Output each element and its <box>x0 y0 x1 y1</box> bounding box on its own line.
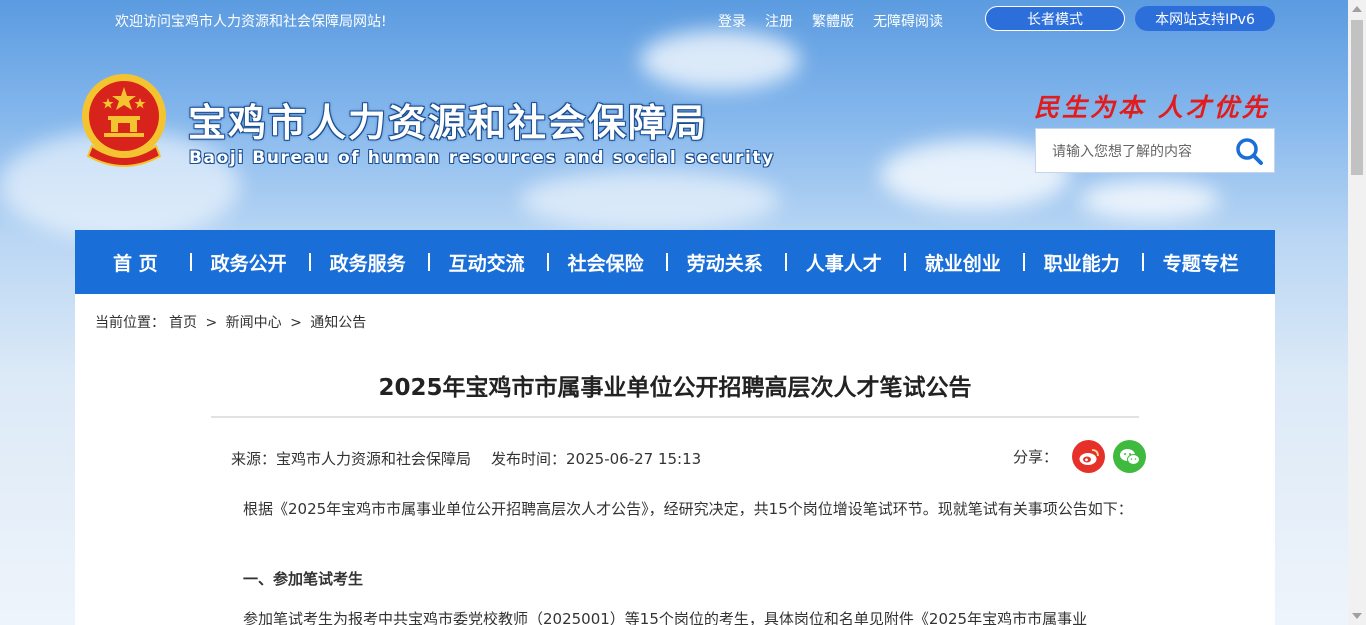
nav-item-personnel-talent[interactable]: 人事人才 <box>806 249 882 276</box>
nav-item-employment[interactable]: 就业创业 <box>925 249 1001 276</box>
breadcrumb-home[interactable]: 首页 <box>169 315 197 331</box>
article-source: 来源：宝鸡市人力资源和社会保障局 <box>231 450 472 468</box>
search-box <box>1035 128 1275 173</box>
breadcrumb: 当前位置： 首页 > 新闻中心 > 通知公告 <box>95 312 370 332</box>
nav-item-special-topics[interactable]: 专题专栏 <box>1163 249 1239 276</box>
slogan: 民生为本 人才优先 <box>1034 93 1270 122</box>
top-bar: 欢迎访问宝鸡市人力资源和社会保障局网站! 登录 注册 繁體版 无障碍阅读 长者模… <box>0 0 1348 40</box>
breadcrumb-separator: > <box>290 315 302 331</box>
ipv6-badge: 本网站支持IPv6 <box>1135 6 1275 31</box>
nav-item-government-affairs[interactable]: 政务公开 <box>211 249 287 276</box>
nav-item-vocational-skills[interactable]: 职业能力 <box>1044 249 1120 276</box>
wechat-icon <box>1119 448 1140 465</box>
scroll-up-arrow-icon[interactable] <box>1352 6 1362 12</box>
nav-separator <box>903 253 906 271</box>
elder-mode-button[interactable]: 长者模式 <box>985 6 1125 31</box>
top-links: 登录 注册 繁體版 无障碍阅读 <box>718 11 962 31</box>
nav-separator <box>189 253 192 271</box>
article-card: 当前位置： 首页 > 新闻中心 > 通知公告 2025年宝鸡市市属事业单位公开招聘… <box>75 294 1275 625</box>
search-icon[interactable] <box>1234 136 1264 166</box>
share-bar: 分享： <box>1013 440 1147 473</box>
national-emblem-icon <box>82 74 166 167</box>
breadcrumb-notices[interactable]: 通知公告 <box>310 315 366 331</box>
weibo-share-button[interactable] <box>1072 440 1106 473</box>
nav-separator <box>665 253 668 271</box>
article-title: 2025年宝鸡市市属事业单位公开招聘高层次人才笔试公告 <box>378 375 972 401</box>
scrollbar-thumb[interactable] <box>1351 20 1363 175</box>
share-label: 分享： <box>1013 448 1059 466</box>
nav-item-home[interactable]: 首 页 <box>113 249 158 276</box>
weibo-icon <box>1079 448 1099 465</box>
site-title: 宝鸡市人力资源和社会保障局 <box>188 101 709 145</box>
scroll-down-arrow-icon[interactable] <box>1352 613 1362 619</box>
breadcrumb-news-center[interactable]: 新闻中心 <box>226 315 282 331</box>
nav-separator <box>427 253 430 271</box>
nav-item-government-services[interactable]: 政务服务 <box>330 249 406 276</box>
nav-separator <box>1141 253 1144 271</box>
login-link[interactable]: 登录 <box>718 11 746 31</box>
welcome-text: 欢迎访问宝鸡市人力资源和社会保障局网站! <box>115 14 387 30</box>
nav-item-social-insurance[interactable]: 社会保险 <box>568 249 644 276</box>
breadcrumb-separator: > <box>205 315 218 331</box>
site-subtitle: Baoji Bureau of human resources and soci… <box>189 148 775 168</box>
nav-item-labor-relations[interactable]: 劳动关系 <box>687 249 763 276</box>
search-input[interactable] <box>1050 141 1224 163</box>
nav-separator <box>308 253 311 271</box>
nav-separator <box>546 253 549 271</box>
nav-item-interaction[interactable]: 互动交流 <box>449 249 525 276</box>
section-heading: 一、参加笔试考生 <box>243 570 364 588</box>
nav-separator <box>1022 253 1025 271</box>
page-scrollbar[interactable] <box>1348 0 1366 625</box>
article-meta: 来源：宝鸡市人力资源和社会保障局 发布时间：2025-06-27 15:13 <box>231 448 701 469</box>
article-paragraph: 根据《2025年宝鸡市市属事业单位公开招聘高层次人才公告》，经研究决定，共15个… <box>243 500 1133 518</box>
title-divider <box>211 416 1139 418</box>
register-link[interactable]: 注册 <box>765 11 793 31</box>
wechat-share-button[interactable] <box>1113 440 1147 473</box>
article-paragraph: 参加笔试考生为报考中共宝鸡市委党校教师（2025001）等15个岗位的考生，具体… <box>243 610 1088 625</box>
article-publish-time: 发布时间：2025-06-27 15:13 <box>491 450 702 468</box>
traditional-chinese-link[interactable]: 繁體版 <box>812 11 854 31</box>
accessibility-link[interactable]: 无障碍阅读 <box>873 11 943 31</box>
nav-separator <box>784 253 787 271</box>
breadcrumb-label: 当前位置： <box>95 315 165 331</box>
main-nav: 首 页 政务公开 政务服务 互动交流 社会保险 劳动关系 人事人才 就业创业 职… <box>75 230 1275 294</box>
